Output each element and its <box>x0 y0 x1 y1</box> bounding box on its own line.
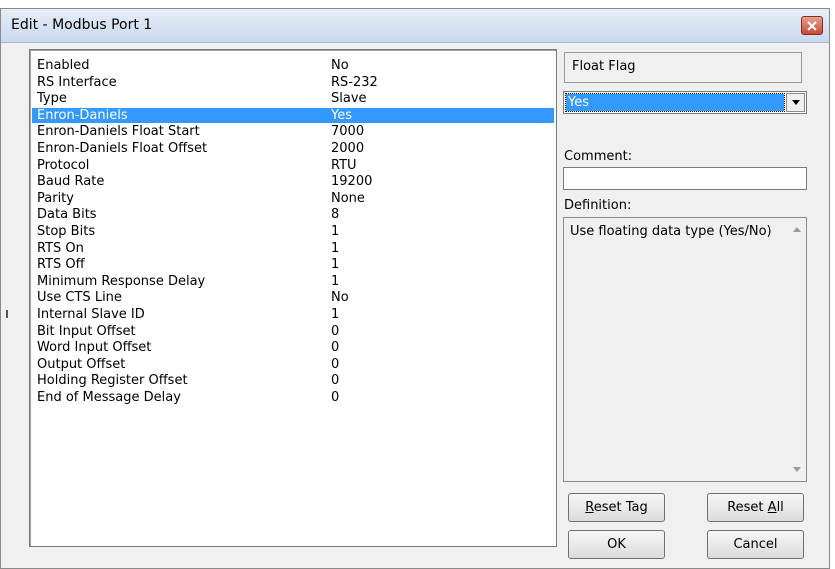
parameter-value: 1 <box>331 257 340 273</box>
parameter-name: Parity <box>37 190 74 206</box>
parameter-row[interactable]: Holding Register Offset 0 <box>32 373 554 388</box>
reset-all-label: Reset All <box>727 500 784 515</box>
parameter-value: 0 <box>331 340 340 356</box>
title-bar[interactable]: Edit - Modbus Port 1 <box>1 9 829 43</box>
parameter-name: Enron-Daniels Float Start <box>37 124 200 140</box>
definition-label: Definition: <box>564 198 632 213</box>
parameter-row[interactable]: Parity None <box>32 191 554 206</box>
parameter-row[interactable]: RTS On 1 <box>32 241 554 256</box>
value-dropdown[interactable]: Yes <box>563 91 807 114</box>
parameter-name: Enabled <box>37 58 90 73</box>
dropdown-arrow-icon <box>791 100 800 105</box>
parameter-name: RTS Off <box>37 257 85 273</box>
parameter-row[interactable]: RS Interface RS-232 <box>32 75 554 90</box>
window-edge-marker <box>6 310 8 318</box>
dropdown-selected-value: Yes <box>565 93 785 112</box>
reset-tag-button[interactable]: Reset Tag <box>568 493 665 522</box>
parameter-name: Type <box>37 91 67 107</box>
comment-label: Comment: <box>564 149 633 164</box>
parameter-value: 0 <box>331 373 340 389</box>
parameter-name: RS Interface <box>37 74 117 90</box>
reset-all-button[interactable]: Reset All <box>707 493 804 522</box>
scroll-down-icon[interactable] <box>793 467 801 472</box>
parameter-row[interactable]: Type Slave <box>32 91 554 106</box>
parameter-name: End of Message Delay <box>37 390 181 405</box>
parameter-row[interactable]: Use CTS Line No <box>32 290 554 305</box>
parameter-value: 1 <box>331 240 340 256</box>
parameter-row[interactable]: RTS Off 1 <box>32 257 554 272</box>
parameter-value: 0 <box>331 323 340 339</box>
parameter-value: 8 <box>331 207 340 223</box>
parameter-name: Baud Rate <box>37 174 105 190</box>
parameter-name: Protocol <box>37 157 90 173</box>
parameter-row[interactable]: End of Message Delay 0 <box>32 390 554 405</box>
close-button[interactable] <box>801 16 823 35</box>
parameter-name: Enron-Daniels <box>37 107 128 123</box>
parameter-value: No <box>331 58 349 73</box>
parameter-row[interactable]: Word Input Offset 0 <box>32 340 554 355</box>
parameter-name: Stop Bits <box>37 224 96 239</box>
parameter-row[interactable]: Data Bits 8 <box>32 207 554 222</box>
parameter-value: 0 <box>331 356 340 372</box>
parameter-name: Output Offset <box>37 356 126 372</box>
definition-box: Use floating data type (Yes/No) <box>563 217 807 482</box>
parameter-value: RTU <box>331 157 357 173</box>
parameter-name: Word Input Offset <box>37 340 152 356</box>
parameter-row[interactable]: Baud Rate 19200 <box>32 174 554 189</box>
parameter-row[interactable]: Output Offset 0 <box>32 357 554 372</box>
parameter-value: 7000 <box>331 124 365 140</box>
parameter-row[interactable]: Enabled No <box>32 58 554 73</box>
parameter-name: Bit Input Offset <box>37 323 136 339</box>
ok-button[interactable]: OK <box>568 530 665 559</box>
cancel-button[interactable]: Cancel <box>707 530 804 559</box>
parameter-row[interactable]: Enron-Daniels Float Offset 2000 <box>32 141 554 156</box>
parameter-value: None <box>331 190 365 206</box>
parameter-name: Data Bits <box>37 207 97 223</box>
scroll-up-icon[interactable] <box>793 227 801 232</box>
parameter-row[interactable]: Stop Bits 1 <box>32 224 554 239</box>
parameter-row[interactable]: Enron-Daniels Float Start 7000 <box>32 124 554 139</box>
parameter-row[interactable]: Bit Input Offset 0 <box>32 324 554 339</box>
parameter-value: 1 <box>331 307 340 322</box>
parameter-value: 1 <box>331 224 340 239</box>
parameter-name: Holding Register Offset <box>37 373 188 389</box>
parameter-name: Use CTS Line <box>37 290 122 306</box>
close-icon <box>807 20 817 31</box>
parameter-value: 19200 <box>331 174 373 190</box>
definition-scrollbar[interactable] <box>789 218 806 481</box>
reset-tag-label: Reset Tag <box>585 500 648 515</box>
window-title: Edit - Modbus Port 1 <box>11 17 153 33</box>
parameter-row[interactable]: Minimum Response Delay 1 <box>32 274 554 289</box>
parameter-list[interactable]: Enabled No RS Interface RS-232 Type Slave Enro… <box>29 49 557 547</box>
parameter-value: 2000 <box>331 141 365 156</box>
parameter-name: Internal Slave ID <box>37 307 145 322</box>
parameter-row[interactable]: Enron-Daniels Yes <box>32 107 554 123</box>
parameter-name: Enron-Daniels Float Offset <box>37 141 208 156</box>
comment-field[interactable] <box>563 167 807 190</box>
dropdown-button[interactable] <box>786 93 805 112</box>
definition-text: Use floating data type (Yes/No) <box>570 224 772 239</box>
parameter-row[interactable]: Internal Slave ID 1 <box>32 307 554 322</box>
parameter-value: 1 <box>331 273 340 289</box>
parameter-value: Yes <box>331 107 352 123</box>
parameter-value: RS-232 <box>331 74 378 90</box>
parameter-value: 0 <box>331 390 340 405</box>
parameter-value: No <box>331 290 349 306</box>
parameter-name: Minimum Response Delay <box>37 273 206 289</box>
selected-field-name: Float Flag <box>564 52 802 83</box>
parameter-name: RTS On <box>37 240 84 256</box>
parameter-value: Slave <box>331 91 367 107</box>
parameter-row[interactable]: Protocol RTU <box>32 158 554 173</box>
